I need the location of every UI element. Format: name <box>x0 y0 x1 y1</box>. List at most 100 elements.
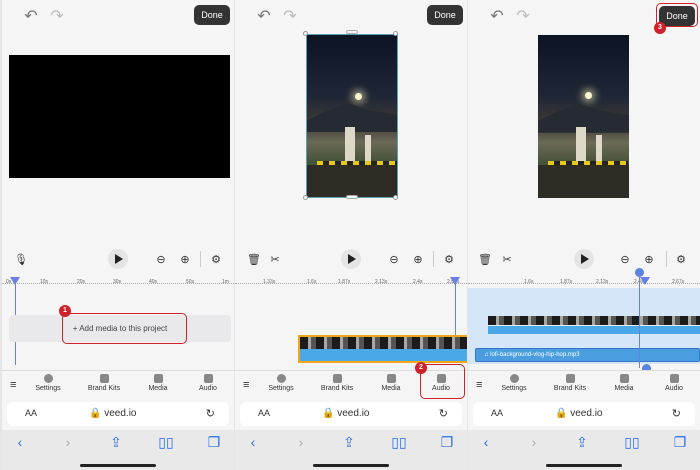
nav-brand-kits[interactable]: Brand Kits <box>548 374 592 392</box>
home-indicator <box>80 464 156 467</box>
zoom-in-icon[interactable]: ⊕ <box>411 253 425 267</box>
nav-settings[interactable]: Settings <box>492 374 536 392</box>
nav-brand-kits[interactable]: Brand Kits <box>315 374 359 392</box>
zoom-out-icon[interactable]: ⊖ <box>387 253 401 267</box>
forward-icon[interactable]: › <box>293 434 309 450</box>
nav-media[interactable]: Media <box>369 374 413 392</box>
undo-icon[interactable]: ↶ <box>255 8 273 26</box>
playhead-handle[interactable] <box>640 277 650 285</box>
reload-icon[interactable]: ↻ <box>206 407 215 420</box>
ruler-tick: 2.13s <box>375 279 388 285</box>
nav-brand-kits[interactable]: Brand Kits <box>82 374 126 392</box>
forward-icon[interactable]: › <box>526 434 542 450</box>
zoom-in-icon[interactable]: ⊕ <box>178 253 192 267</box>
ruler-tick: 20s <box>77 279 86 285</box>
address-bar[interactable]: AA 🔒 veed.io ↻ <box>240 402 462 426</box>
share-icon[interactable]: ⇪ <box>341 434 357 451</box>
nav-audio[interactable]: Audio <box>652 374 696 392</box>
road-graphic <box>307 164 397 197</box>
trash-icon[interactable]: 🗑 <box>478 253 492 267</box>
back-icon[interactable]: ‹ <box>12 434 28 450</box>
zoom-in-icon[interactable]: ⊕ <box>642 253 656 267</box>
done-button[interactable]: Done <box>194 5 230 25</box>
tabs-icon[interactable]: ❐ <box>672 434 688 451</box>
nav-settings[interactable]: Settings <box>26 374 70 392</box>
zoom-out-icon[interactable]: ⊖ <box>154 253 168 267</box>
nav-label: Settings <box>501 385 527 392</box>
bookmarks-icon[interactable]: ▯▯ <box>391 434 407 451</box>
tabs-icon[interactable]: ❐ <box>439 434 455 451</box>
gear-icon[interactable]: ⚙ <box>209 253 223 267</box>
bookmarks-icon[interactable]: ▯▯ <box>158 434 174 451</box>
clip-thumbnails <box>300 337 467 349</box>
undo-icon[interactable]: ↶ <box>22 8 40 26</box>
moon-graphic <box>355 93 362 100</box>
nav-settings[interactable]: Settings <box>259 374 303 392</box>
nav-label: Settings <box>35 385 61 392</box>
play-button[interactable] <box>574 249 594 269</box>
nav-audio[interactable]: Audio <box>186 374 230 392</box>
bookmarks-icon[interactable]: ▯▯ <box>624 434 640 451</box>
brand-kit-icon <box>99 374 109 383</box>
highlight-box <box>62 313 187 344</box>
corner-handle[interactable] <box>303 31 308 36</box>
toolbar-divider <box>433 251 434 267</box>
road-graphic <box>538 165 629 198</box>
gear-icon[interactable]: ⚙ <box>674 253 688 267</box>
corner-handle[interactable] <box>393 31 398 36</box>
ruler-tick: 1.87s <box>560 279 573 285</box>
settings-icon <box>276 374 286 383</box>
done-button[interactable]: Done <box>427 5 463 25</box>
video-clip[interactable] <box>488 316 700 334</box>
share-icon[interactable]: ⇪ <box>108 434 124 451</box>
reader-aa-button[interactable]: AA <box>491 408 503 418</box>
reader-aa-button[interactable]: AA <box>258 408 270 418</box>
nav-media[interactable]: Media <box>602 374 646 392</box>
audio-icon <box>203 374 213 383</box>
play-button[interactable] <box>108 249 128 269</box>
play-button[interactable] <box>341 249 361 269</box>
menu-icon[interactable]: ≡ <box>243 379 249 391</box>
scissors-icon[interactable]: ✂ <box>268 253 282 267</box>
forward-icon[interactable]: › <box>60 434 76 450</box>
redo-icon[interactable]: ↷ <box>281 8 299 26</box>
scissors-icon[interactable]: ✂ <box>500 253 514 267</box>
resize-handle-bottom[interactable] <box>346 195 358 199</box>
url-text: 🔒 veed.io <box>89 408 137 419</box>
reload-icon[interactable]: ↻ <box>439 407 448 420</box>
playhead-line[interactable] <box>639 272 640 368</box>
tabs-icon[interactable]: ❐ <box>206 434 222 451</box>
reload-icon[interactable]: ↻ <box>672 407 681 420</box>
menu-icon[interactable]: ≡ <box>476 379 482 391</box>
share-icon[interactable]: ⇪ <box>574 434 590 451</box>
editor-panel-audio-added: ↶ ↷ Done 3 🗑 ✂ ⊖ ⊕ ⚙ 1.6s 1.87s 2.13s 2.… <box>468 0 700 470</box>
video-preview[interactable] <box>306 34 398 198</box>
undo-icon[interactable]: ↶ <box>488 8 506 26</box>
reader-aa-button[interactable]: AA <box>25 408 37 418</box>
corner-handle[interactable] <box>303 195 308 200</box>
microphone-icon[interactable]: 🎙 <box>14 253 28 267</box>
back-icon[interactable]: ‹ <box>478 434 494 450</box>
audio-track[interactable]: ♫ lofi-background-vlog-hip-hop.mp3 <box>475 348 700 362</box>
redo-icon[interactable]: ↷ <box>514 8 532 26</box>
media-icon <box>153 374 163 383</box>
menu-icon[interactable]: ≡ <box>10 379 16 391</box>
trash-icon[interactable]: 🗑 <box>247 253 261 267</box>
gear-icon[interactable]: ⚙ <box>442 253 456 267</box>
step-badge: 3 <box>654 22 666 34</box>
safari-toolbar: ‹ › ⇪ ▯▯ ❐ <box>468 430 700 470</box>
corner-handle[interactable] <box>393 195 398 200</box>
back-icon[interactable]: ‹ <box>245 434 261 450</box>
nav-label: Media <box>614 385 634 392</box>
ruler-tick: 1.33s <box>263 279 276 285</box>
redo-icon[interactable]: ↷ <box>48 8 66 26</box>
nav-media[interactable]: Media <box>136 374 180 392</box>
audio-track-label: lofi-background-vlog-hip-hop.mp3 <box>490 352 580 358</box>
address-bar[interactable]: AA 🔒 veed.io ↻ <box>7 402 229 426</box>
zoom-out-icon[interactable]: ⊖ <box>618 253 632 267</box>
ruler-tick: 30s <box>113 279 122 285</box>
address-bar[interactable]: AA 🔒 veed.io ↻ <box>473 402 695 426</box>
resize-handle-top[interactable] <box>346 30 358 34</box>
video-clip[interactable] <box>298 335 467 363</box>
nav-label: Brand Kits <box>320 385 354 392</box>
